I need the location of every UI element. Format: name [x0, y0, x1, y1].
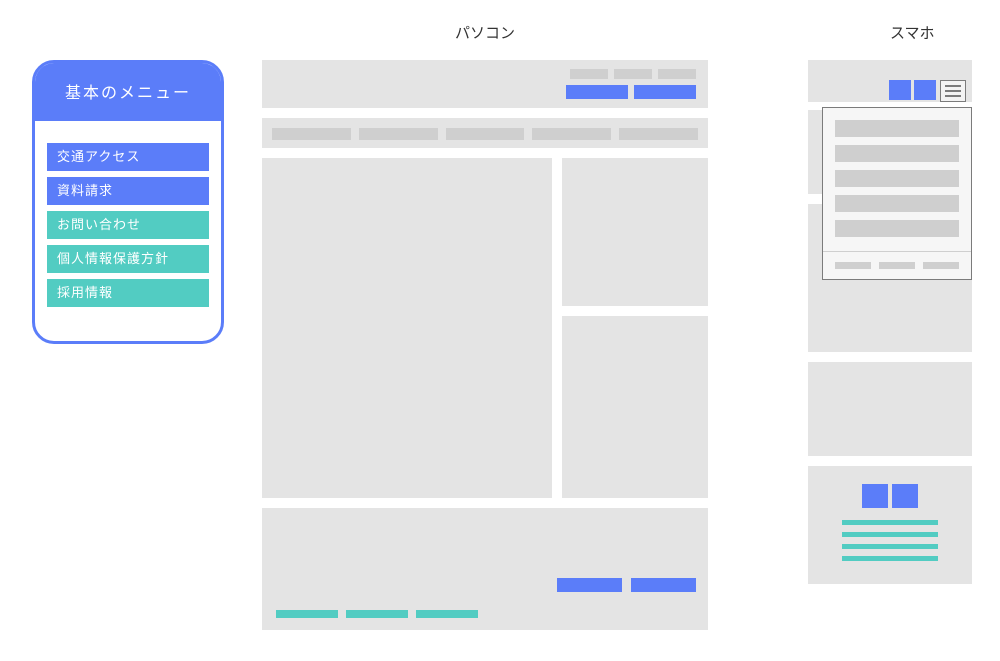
sp-footer-link[interactable] — [842, 544, 938, 549]
menu-item-request[interactable]: 資料請求 — [47, 177, 209, 205]
sp-footer-link[interactable] — [842, 556, 938, 561]
pc-side-block — [562, 316, 708, 498]
menu-item-access[interactable]: 交通アクセス — [47, 143, 209, 171]
smartphone-wireframe — [808, 60, 972, 584]
sp-footer-link[interactable] — [842, 532, 938, 537]
pc-main-right — [562, 158, 708, 498]
pc-nav-item[interactable] — [619, 128, 698, 140]
column-title-smartphone: スマホ — [890, 22, 935, 43]
hamburger-icon[interactable] — [940, 80, 966, 102]
menu-item-contact[interactable]: お問い合わせ — [47, 211, 209, 239]
sidebar-menu-card: 基本のメニュー 交通アクセス 資料請求 お問い合わせ 個人情報保護方針 採用情報 — [32, 60, 224, 344]
pc-wireframe — [262, 60, 708, 630]
pc-header-button[interactable] — [566, 85, 628, 99]
sp-footer-button[interactable] — [892, 484, 918, 508]
sp-footer-links — [842, 520, 938, 561]
sp-content-block — [808, 362, 972, 456]
sp-dropdown-item[interactable] — [835, 170, 959, 187]
pc-header-link[interactable] — [658, 69, 696, 79]
sp-footer-buttons — [862, 484, 918, 508]
pc-nav-item[interactable] — [532, 128, 611, 140]
sp-footer — [808, 466, 972, 584]
pc-header-buttons — [566, 85, 696, 99]
sp-dropdown-item[interactable] — [835, 220, 959, 237]
pc-header-link[interactable] — [570, 69, 608, 79]
pc-header-button[interactable] — [634, 85, 696, 99]
pc-nav-item[interactable] — [272, 128, 351, 140]
sp-footer-link[interactable] — [842, 520, 938, 525]
sp-dropdown-item[interactable] — [835, 120, 959, 137]
pc-footer-link[interactable] — [276, 610, 338, 618]
pc-footer-link[interactable] — [346, 610, 408, 618]
pc-nav-item[interactable] — [446, 128, 525, 140]
column-title-pc: パソコン — [455, 22, 515, 43]
sp-dropdown-sub-item[interactable] — [835, 262, 871, 269]
sp-header — [808, 60, 972, 102]
pc-header — [262, 60, 708, 108]
pc-side-block — [562, 158, 708, 306]
pc-main-left — [262, 158, 552, 498]
sp-dropdown-menu — [822, 107, 972, 280]
hamburger-bar — [945, 90, 961, 92]
sp-dropdown-item[interactable] — [835, 145, 959, 162]
sp-header-buttons — [889, 80, 936, 100]
sp-header-button[interactable] — [914, 80, 936, 100]
sidebar-title: 基本のメニュー — [35, 63, 221, 121]
hamburger-bar — [945, 85, 961, 87]
sp-dropdown-separator — [823, 251, 971, 252]
pc-footer-links — [276, 610, 478, 618]
pc-footer-link[interactable] — [416, 610, 478, 618]
pc-footer-button[interactable] — [631, 578, 696, 592]
pc-header-link[interactable] — [614, 69, 652, 79]
pc-footer — [262, 508, 708, 630]
sp-dropdown-sub-item[interactable] — [879, 262, 915, 269]
sp-header-button[interactable] — [889, 80, 911, 100]
pc-global-nav — [262, 118, 708, 148]
sp-dropdown-sub — [835, 262, 959, 269]
pc-main-area — [262, 158, 708, 498]
sp-dropdown-sub-item[interactable] — [923, 262, 959, 269]
menu-item-recruit[interactable]: 採用情報 — [47, 279, 209, 307]
pc-nav-item[interactable] — [359, 128, 438, 140]
sp-dropdown-item[interactable] — [835, 195, 959, 212]
pc-footer-buttons — [557, 578, 696, 592]
pc-header-links — [570, 69, 696, 79]
menu-item-privacy[interactable]: 個人情報保護方針 — [47, 245, 209, 273]
pc-footer-button[interactable] — [557, 578, 622, 592]
hamburger-bar — [945, 95, 961, 97]
sidebar-body: 交通アクセス 資料請求 お問い合わせ 個人情報保護方針 採用情報 — [35, 121, 221, 341]
sp-footer-button[interactable] — [862, 484, 888, 508]
